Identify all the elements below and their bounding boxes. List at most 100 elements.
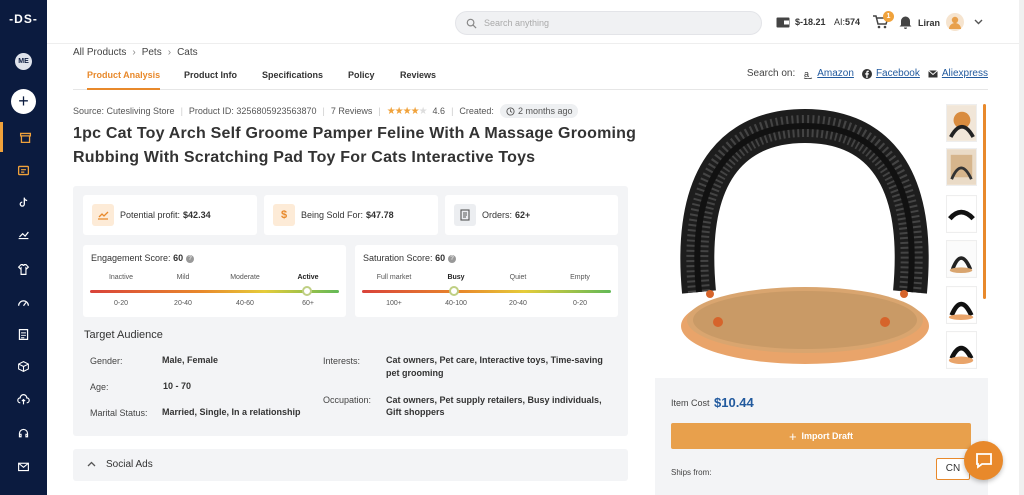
sidebar-item-dashboard[interactable] bbox=[0, 287, 47, 317]
interests-value: Cat owners, Pet care, Interactive toys, … bbox=[386, 355, 603, 365]
thumbnail-image[interactable] bbox=[946, 286, 977, 324]
bell-icon[interactable] bbox=[899, 15, 912, 29]
amazon-link[interactable]: a Amazon bbox=[803, 68, 854, 79]
aliexpress-link[interactable]: Aliexpress bbox=[928, 68, 988, 79]
search-on-label: Search on: bbox=[746, 68, 796, 79]
tab-product-info[interactable]: Product Info bbox=[184, 70, 237, 90]
chat-icon bbox=[975, 452, 992, 469]
amazon-link-label: Amazon bbox=[817, 68, 854, 79]
social-ads-section[interactable]: Social Ads bbox=[73, 449, 628, 481]
help-icon[interactable]: ? bbox=[448, 254, 457, 263]
target-audience-title: Target Audience bbox=[84, 329, 163, 341]
global-search[interactable] bbox=[455, 11, 762, 35]
receipt-icon bbox=[454, 204, 476, 226]
star-rating-icon: ★★★★★ bbox=[386, 105, 428, 117]
page-scrollbar[interactable] bbox=[1019, 0, 1024, 495]
workspace-avatar[interactable]: ME bbox=[15, 53, 32, 70]
profit-value: $42.34 bbox=[183, 210, 211, 220]
ai-credits: AI:574 bbox=[834, 17, 860, 27]
social-ads-title: Social Ads bbox=[106, 459, 153, 470]
ai-credits-label: AI: bbox=[834, 17, 846, 27]
top-bar: $-18.21 AI:574 1 Liran bbox=[47, 0, 1024, 44]
chevron-down-icon[interactable] bbox=[974, 19, 983, 25]
cart-badge: 1 bbox=[883, 11, 894, 22]
product-source[interactable]: Source: Cutesliving Store bbox=[73, 106, 175, 116]
tab-reviews[interactable]: Reviews bbox=[400, 70, 436, 90]
cost-panel: Item Cost $10.44 + Import Draft Ships fr… bbox=[655, 378, 988, 495]
thumbnail-image[interactable] bbox=[946, 195, 977, 233]
import-draft-label: Import Draft bbox=[801, 431, 854, 441]
ai-credits-value: 574 bbox=[845, 17, 861, 27]
product-id: Product ID: 3256805923563870 bbox=[188, 106, 317, 116]
sold-value: $47.78 bbox=[366, 210, 394, 220]
plus-icon: + bbox=[788, 428, 797, 444]
sidebar-item-tiktok[interactable] bbox=[0, 187, 47, 217]
engagement-range: 60+ bbox=[302, 300, 314, 307]
user-avatar[interactable] bbox=[946, 13, 964, 31]
saturation-label: Saturation Score: bbox=[363, 253, 433, 263]
tab-specifications[interactable]: Specifications bbox=[262, 70, 323, 90]
box-icon bbox=[18, 360, 29, 372]
product-title: 1pc Cat Toy Arch Self Groome Pamper Feli… bbox=[73, 125, 637, 166]
saturation-value: 60 bbox=[435, 253, 446, 263]
sidebar-item-products[interactable] bbox=[0, 351, 47, 381]
orders-card: Orders: 62+ bbox=[445, 195, 618, 235]
saturation-level: Full market bbox=[376, 274, 412, 281]
thumbnail-image[interactable] bbox=[946, 331, 977, 369]
mail-icon bbox=[928, 69, 938, 77]
import-draft-button[interactable]: + Import Draft bbox=[671, 423, 971, 449]
sidebar-item-support[interactable] bbox=[0, 418, 47, 448]
created-value: 2 months ago bbox=[517, 106, 573, 116]
breadcrumb-item[interactable]: All Products bbox=[73, 47, 126, 58]
chevron-up-icon[interactable] bbox=[87, 461, 96, 467]
tiktok-icon bbox=[19, 197, 28, 207]
engagement-score-card: Engagement Score: 60? Inactive Mild Mode… bbox=[83, 245, 346, 317]
add-button[interactable]: + bbox=[11, 89, 36, 114]
sidebar-item-store[interactable] bbox=[0, 122, 47, 152]
saturation-level: Empty bbox=[570, 274, 590, 281]
divider: | bbox=[451, 106, 454, 116]
svg-text:a: a bbox=[804, 69, 809, 79]
review-count[interactable]: 7 Reviews bbox=[331, 106, 373, 116]
sidebar-item-messages[interactable] bbox=[0, 451, 47, 481]
sidebar-item-documents[interactable] bbox=[0, 319, 47, 349]
thumbnail-image[interactable] bbox=[946, 240, 977, 278]
saturation-score-card: Saturation Score: 60? Full market Busy Q… bbox=[355, 245, 618, 317]
occupation-label: Occupation: bbox=[323, 395, 372, 405]
sidebar-item-orders[interactable] bbox=[0, 155, 47, 185]
chart-icon bbox=[18, 231, 29, 239]
support-icon bbox=[18, 428, 29, 437]
breadcrumb-item[interactable]: Cats bbox=[177, 47, 198, 58]
search-on: Search on: a Amazon Facebook Aliexpress bbox=[747, 68, 988, 79]
sidebar-item-upload[interactable] bbox=[0, 384, 47, 414]
product-main-image[interactable] bbox=[672, 104, 932, 372]
app-logo[interactable]: -DS- bbox=[0, 12, 47, 26]
user-avatar-icon bbox=[949, 16, 961, 29]
tab-policy[interactable]: Policy bbox=[348, 70, 375, 90]
chevron-right-icon: › bbox=[132, 47, 136, 58]
thumbnail-image[interactable] bbox=[946, 104, 977, 142]
interests-value-cont: pet grooming bbox=[386, 368, 444, 378]
product-meta: Source: Cutesliving Store | Product ID: … bbox=[73, 104, 579, 118]
aliexpress-link-label: Aliexpress bbox=[941, 68, 988, 79]
sidebar-item-apparel[interactable] bbox=[0, 254, 47, 284]
tab-bar: Product Analysis Product Info Specificat… bbox=[73, 64, 988, 90]
tab-product-analysis[interactable]: Product Analysis bbox=[87, 70, 161, 90]
dollar-icon: $ bbox=[273, 204, 295, 226]
breadcrumb-item[interactable]: Pets bbox=[142, 47, 162, 58]
thumbnail-image[interactable] bbox=[946, 148, 977, 186]
chat-button[interactable] bbox=[964, 441, 1003, 480]
being-sold-card: $ Being Sold For: $47.78 bbox=[264, 195, 438, 235]
user-name[interactable]: Liran bbox=[918, 18, 940, 28]
engagement-level: Moderate bbox=[230, 274, 260, 281]
document-icon bbox=[18, 328, 29, 340]
wallet-icon[interactable] bbox=[776, 17, 790, 28]
sidebar-item-analytics[interactable] bbox=[0, 219, 47, 249]
upload-icon bbox=[17, 393, 30, 404]
divider: | bbox=[378, 106, 381, 116]
thumbnail-scrollbar[interactable] bbox=[983, 104, 986, 299]
search-input[interactable] bbox=[484, 15, 744, 31]
facebook-link[interactable]: Facebook bbox=[861, 68, 920, 79]
help-icon[interactable]: ? bbox=[186, 254, 195, 263]
engagement-range: 20-40 bbox=[174, 300, 192, 307]
